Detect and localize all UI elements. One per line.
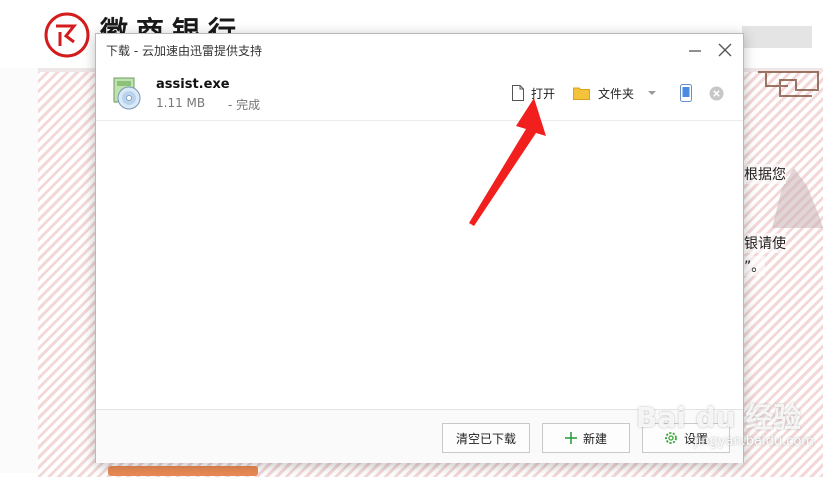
phone-icon xyxy=(680,84,692,102)
clear-downloaded-button[interactable]: 清空已下载 xyxy=(442,423,530,453)
file-name: assist.exe xyxy=(156,77,230,92)
installer-cd-icon xyxy=(113,77,141,110)
clear-downloaded-label: 清空已下载 xyxy=(455,431,516,446)
close-button[interactable] xyxy=(712,39,738,61)
baidu-watermark: Bai du 经验 xyxy=(636,401,802,434)
file-size: 1.11 MB xyxy=(156,96,206,110)
page-left-margin xyxy=(0,68,39,473)
minimize-icon xyxy=(689,50,701,52)
download-list-empty-area xyxy=(96,121,743,409)
delete-item-button[interactable] xyxy=(709,83,724,103)
bank-side-text-2: 银请使 xyxy=(744,233,786,253)
close-icon xyxy=(718,43,732,57)
minimize-button[interactable] xyxy=(682,39,708,61)
pattern-decoration-icon xyxy=(758,71,823,228)
chevron-down-icon xyxy=(648,91,656,95)
more-options-dropdown[interactable] xyxy=(648,83,656,103)
new-download-label: 新建 xyxy=(582,431,607,446)
bank-side-text-1: 根据您 xyxy=(744,164,786,184)
blurred-header-area xyxy=(742,26,812,48)
baidu-watermark-url: jingyan.baidu.com xyxy=(694,434,814,449)
bank-logo-icon xyxy=(44,12,90,58)
bank-side-text-3: ”。 xyxy=(744,256,766,276)
dialog-title: 下载 - 云加速由迅雷提供支持 xyxy=(106,44,262,58)
dialog-titlebar[interactable]: 下载 - 云加速由迅雷提供支持 xyxy=(96,34,743,65)
download-status: - 完成 xyxy=(228,98,261,112)
download-item[interactable]: assist.exe 1.11 MB - 完成 打开 文件夹 xyxy=(96,66,743,121)
bank-orange-button[interactable] xyxy=(108,466,258,476)
open-folder-label: 文件夹 xyxy=(598,86,635,101)
open-folder-button[interactable]: 文件夹 xyxy=(573,83,634,103)
folder-icon xyxy=(573,87,590,100)
new-download-button[interactable]: 新建 xyxy=(542,423,630,453)
annotation-arrow-icon xyxy=(469,98,546,226)
send-to-phone-button[interactable] xyxy=(680,83,692,103)
plus-icon xyxy=(564,432,577,444)
close-circle-icon xyxy=(709,86,724,100)
